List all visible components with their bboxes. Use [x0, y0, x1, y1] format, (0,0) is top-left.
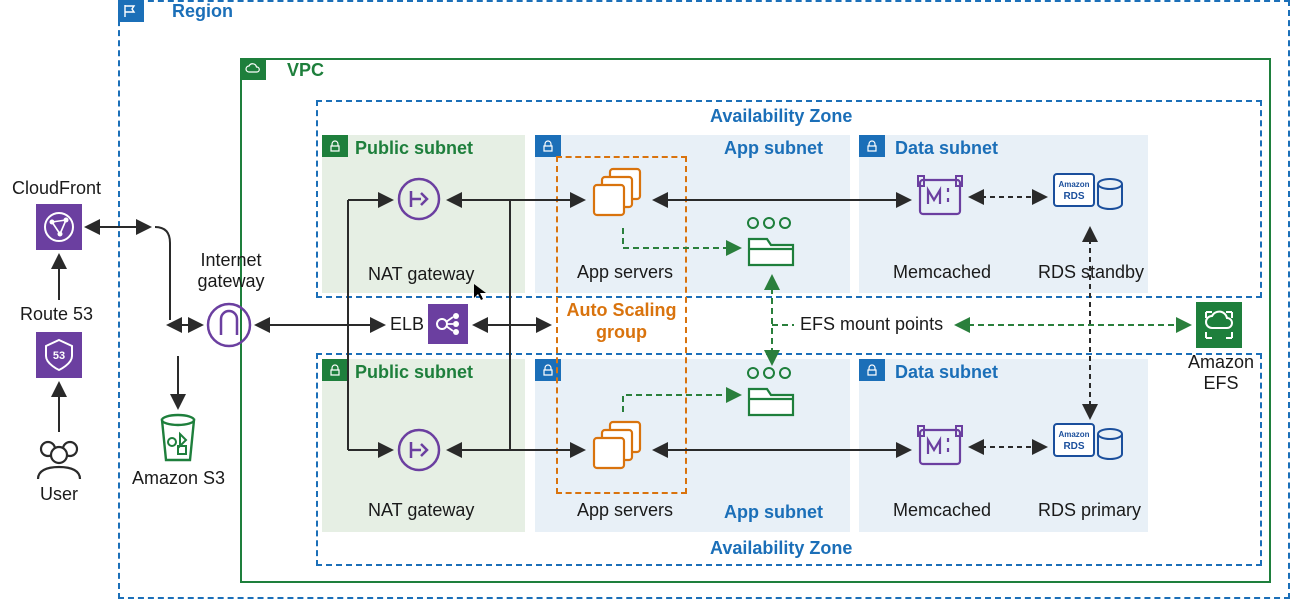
vpc-label: VPC: [287, 60, 324, 81]
lock-icon: [859, 135, 885, 157]
memcached-bottom-label: Memcached: [893, 500, 991, 521]
folder-gears-icon-top: [743, 215, 799, 271]
elb-icon: [428, 304, 468, 344]
nat-gateway-top-label: NAT gateway: [368, 264, 474, 285]
public-subnet-bottom-label: Public subnet: [355, 362, 473, 383]
efs-mount-label: EFS mount points: [800, 314, 943, 335]
cloudfront-label: CloudFront: [12, 178, 101, 199]
app-subnet-top-label: App subnet: [724, 138, 823, 159]
internet-gateway-icon: [206, 302, 252, 348]
vpc-cloud-icon: [240, 58, 266, 80]
data-subnet-bottom-label: Data subnet: [895, 362, 998, 383]
rds-standby-label: RDS standby: [1038, 262, 1144, 283]
svg-text:53: 53: [53, 350, 65, 362]
az-bottom-label: Availability Zone: [710, 538, 852, 559]
folder-gears-icon-bottom: [743, 365, 799, 421]
az-top-label: Availability Zone: [710, 106, 852, 127]
s3-icon: [154, 412, 202, 464]
memcached-top-label: Memcached: [893, 262, 991, 283]
app-subnet-bottom-label: App subnet: [724, 502, 823, 523]
nat-gateway-bottom-label: NAT gateway: [368, 500, 474, 521]
route53-icon: 53: [36, 332, 82, 378]
svg-text:Amazon: Amazon: [1058, 180, 1089, 189]
efs-icon: [1196, 302, 1242, 348]
user-icon: [32, 437, 86, 481]
public-subnet-top-label: Public subnet: [355, 138, 473, 159]
svg-text:RDS: RDS: [1063, 441, 1084, 452]
rds-primary-label: RDS primary: [1038, 500, 1141, 521]
nat-gateway-icon-bottom: [397, 428, 441, 472]
rds-primary-icon: Amazon RDS: [1052, 422, 1126, 470]
lock-icon: [322, 359, 348, 381]
asg-label: Auto Scaling group: [564, 300, 679, 343]
app-servers-bottom-label: App servers: [577, 500, 673, 521]
efs-label: Amazon EFS: [1186, 352, 1256, 393]
internet-gateway-label: Internet gateway: [196, 250, 266, 291]
region-label: Region: [172, 1, 233, 22]
elb-label: ELB: [390, 314, 424, 335]
memcached-icon-bottom: [916, 424, 964, 470]
nat-gateway-icon-top: [397, 177, 441, 221]
svg-text:Amazon: Amazon: [1058, 430, 1089, 439]
route53-label: Route 53: [20, 304, 93, 325]
lock-icon: [322, 135, 348, 157]
data-subnet-top-label: Data subnet: [895, 138, 998, 159]
s3-label: Amazon S3: [132, 468, 225, 489]
lock-icon: [535, 135, 561, 157]
cursor-icon: [473, 283, 487, 301]
cloudfront-icon: [36, 204, 82, 250]
memcached-icon-top: [916, 174, 964, 220]
lock-icon: [859, 359, 885, 381]
svg-text:RDS: RDS: [1063, 191, 1084, 202]
user-label: User: [40, 484, 78, 505]
region-flag-icon: [118, 0, 144, 22]
rds-standby-icon: Amazon RDS: [1052, 172, 1126, 220]
